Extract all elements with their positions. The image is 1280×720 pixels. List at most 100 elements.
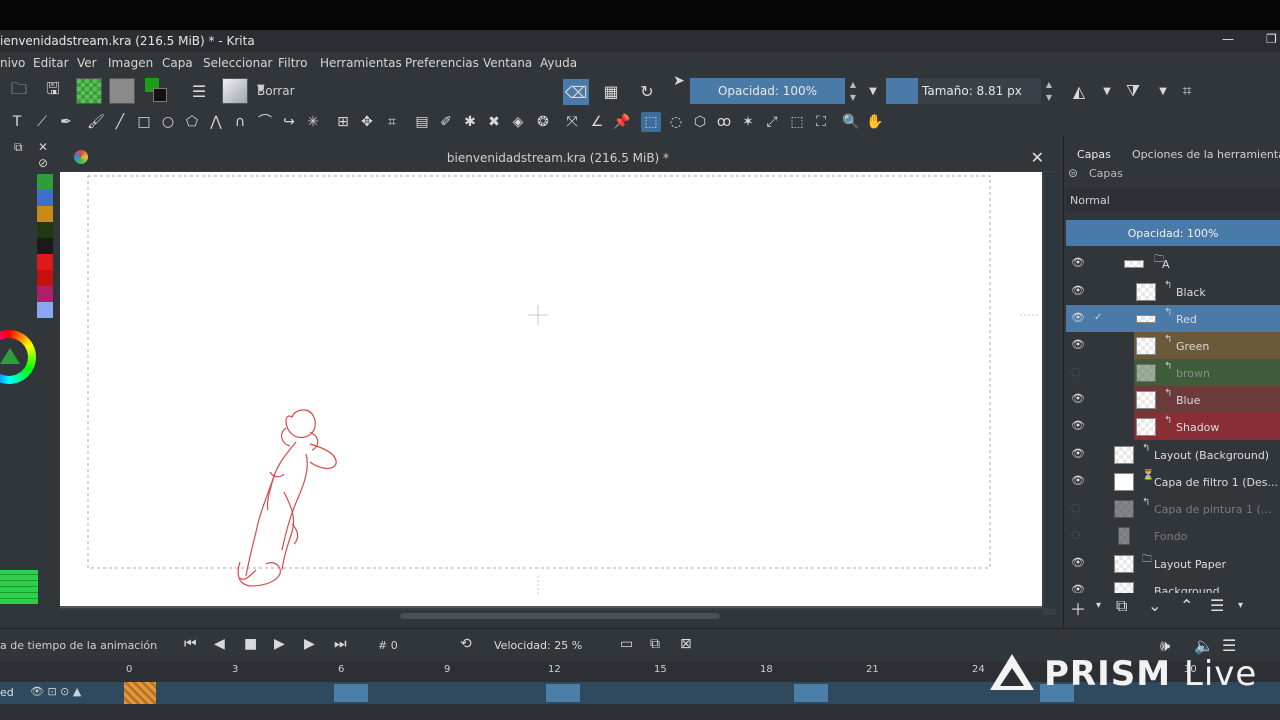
layer-row[interactable]: 👁 ↰ Black [1066, 278, 1280, 305]
previous-frame-icon[interactable]: ◀ [214, 636, 225, 652]
color-selector-wheel[interactable] [0, 330, 36, 384]
colorize-mask-icon[interactable]: ✖ [484, 112, 504, 132]
tab-tool-options[interactable]: Opciones de la herramienta [1132, 148, 1280, 161]
visibility-eye-icon[interactable]: 👁 [1071, 392, 1085, 406]
canvas-horizontal-scrollbar[interactable] [60, 610, 1042, 622]
play-icon[interactable]: ▶ [274, 636, 285, 652]
pattern-swatch[interactable] [109, 78, 135, 104]
add-layer-dropdown-icon[interactable]: ▾ [1096, 600, 1101, 611]
layer-row[interactable]: 👁 Background [1066, 577, 1280, 593]
palette-swatch-orange[interactable] [37, 206, 53, 222]
mirror-v-dropdown-icon[interactable]: ▼ [1152, 80, 1174, 102]
duplicate-layer-icon[interactable]: ⧉ [1116, 596, 1127, 616]
move-layer-down-icon[interactable]: ⌄ [1148, 596, 1161, 615]
freehand-path-icon[interactable]: ⌒ [255, 112, 275, 132]
gradient-tool-icon[interactable]: ▤ [412, 112, 432, 132]
calligraphy-tool-icon[interactable]: ✒ [56, 112, 76, 132]
dynamic-brush-icon[interactable]: ↪ [279, 112, 299, 132]
palette-swatch-lightblue[interactable] [37, 302, 53, 318]
similar-select-icon[interactable]: ⤢ [762, 112, 782, 132]
size-spin-icon[interactable]: ▲ ▼ [1043, 78, 1055, 104]
visibility-eye-icon[interactable]: 👁 [1071, 284, 1085, 298]
freehand-select-icon[interactable]: ꝏ [714, 112, 734, 132]
layer-row[interactable]: 👁 ↰ Blue [1066, 386, 1280, 413]
brush-preset-selector[interactable]: Borrar ▼ [252, 80, 552, 102]
polyline-tool-icon[interactable]: ⋀ [206, 112, 226, 132]
current-frame-field[interactable]: # 0 [374, 634, 438, 656]
move-tool-icon[interactable]: ✥ [357, 112, 377, 132]
palette-swatch-darkgreen[interactable] [37, 222, 53, 238]
polygonal-select-icon[interactable]: ⬡ [690, 112, 710, 132]
layer-row[interactable]: ◌ Fondo [1066, 522, 1280, 549]
opacity-slider[interactable]: Opacidad: 100% [690, 78, 845, 104]
elliptical-select-icon[interactable]: ◌ [666, 112, 686, 132]
close-document-icon[interactable]: ✕ [1031, 148, 1044, 167]
layer-row[interactable]: 👁 🗀 Layout Paper [1066, 550, 1280, 577]
crop-select-icon[interactable]: ⊞ [333, 112, 353, 132]
drop-frames-icon[interactable]: ⊠ [680, 636, 692, 652]
open-file-icon[interactable]: 🗀 [8, 79, 30, 102]
text-tool-icon[interactable]: T [7, 112, 27, 132]
minimize-icon[interactable]: — [1222, 32, 1234, 46]
float-docker-icon[interactable]: ⧉ [14, 140, 23, 155]
gradient-swatch[interactable] [76, 78, 102, 104]
enclose-fill-icon[interactable]: ❂ [533, 112, 553, 132]
layer-row[interactable]: ◌ ↰ brown [1066, 359, 1280, 386]
small-palette-preview[interactable] [0, 570, 38, 604]
visibility-eye-icon[interactable]: 👁 [1071, 474, 1085, 488]
hidden-eye-icon[interactable]: ◌ [1071, 501, 1083, 515]
palette-swatch-blue[interactable] [37, 190, 53, 206]
menu-filtro[interactable]: Filtro [278, 56, 307, 70]
palette-swatch-red[interactable] [37, 254, 53, 270]
palette-swatch-magenta[interactable] [37, 286, 53, 302]
palette-swatch-black[interactable] [37, 238, 53, 254]
menu-herramientas[interactable]: Herramientas [320, 56, 402, 70]
drawing-canvas[interactable] [60, 172, 1042, 608]
layer-row[interactable]: 👁 ⏳ Capa de filtro 1 (Des... [1066, 468, 1280, 495]
layer-row[interactable]: 👁 ↰ Green [1066, 332, 1280, 359]
palette-swatch-green[interactable] [37, 174, 53, 190]
menu-preferencias[interactable]: Preferencias [405, 56, 479, 70]
track-toggles[interactable]: 👁 ⊡ ⊙ ▲ [30, 685, 81, 698]
alpha-lock-icon[interactable]: ▦ [600, 80, 622, 102]
restore-icon[interactable]: ❐ [1266, 32, 1277, 46]
layer-row[interactable]: 👁 🗀 A [1066, 250, 1280, 277]
color-picker-icon[interactable]: ✐ [436, 112, 456, 132]
freehand-brush-icon[interactable]: 🖌 [86, 112, 106, 132]
size-slider[interactable]: Tamaño: 8.81 px [886, 78, 1041, 104]
keyframe-cell[interactable] [794, 684, 828, 702]
save-icon[interactable]: 🖫 [42, 79, 64, 102]
clear-palette-icon[interactable]: ⊘ [38, 156, 48, 170]
bezier-tool-icon[interactable]: ∩ [230, 112, 250, 132]
current-frame-cell[interactable] [124, 682, 156, 704]
mirror-vertical-icon[interactable]: ⧩ [1122, 80, 1144, 102]
opacity-dropdown-icon[interactable]: ▼ [862, 80, 884, 102]
hidden-eye-icon[interactable]: ◌ [1071, 365, 1083, 379]
keyframe-cell[interactable] [334, 684, 368, 702]
scrollbar-thumb[interactable] [400, 613, 720, 619]
lock-docker-icon[interactable]: ⊜ [1068, 166, 1078, 180]
zoom-tool-icon[interactable]: 🔍 [841, 112, 861, 132]
brush-preset-thumbnail[interactable] [222, 78, 248, 104]
brush-settings-icon[interactable]: ☰ [188, 80, 210, 102]
reference-tool-icon[interactable]: 📌 [612, 112, 632, 132]
last-frame-icon[interactable]: ⏭ [334, 636, 347, 652]
crop-tool-icon[interactable]: ⌗ [382, 112, 402, 132]
polygon-tool-icon[interactable]: ⬠ [182, 112, 202, 132]
eraser-mode-icon[interactable]: ⌫ [563, 79, 589, 105]
bezier-select-icon[interactable]: ⬚ [787, 112, 807, 132]
onion-skin-icon[interactable]: ▭ [620, 636, 633, 652]
stop-icon[interactable]: ■ [244, 636, 257, 652]
visibility-eye-icon[interactable]: 👁 [1071, 256, 1085, 270]
background-color-swatch[interactable] [153, 88, 167, 102]
fill-tool-icon[interactable]: ◈ [508, 112, 528, 132]
visibility-eye-icon[interactable]: 👁 [1071, 556, 1085, 570]
multibrush-icon[interactable]: ✳ [303, 112, 323, 132]
checkmark-icon[interactable]: ✓ [1094, 312, 1106, 324]
mirror-h-dropdown-icon[interactable]: ▼ [1096, 80, 1118, 102]
first-frame-icon[interactable]: ⏮ [184, 636, 197, 652]
add-layer-icon[interactable]: ＋ [1070, 596, 1086, 620]
menu-ventana[interactable]: Ventana [483, 56, 532, 70]
magnetic-select-icon[interactable]: ⛶ [811, 112, 831, 132]
menu-capa[interactable]: Capa [162, 56, 193, 70]
